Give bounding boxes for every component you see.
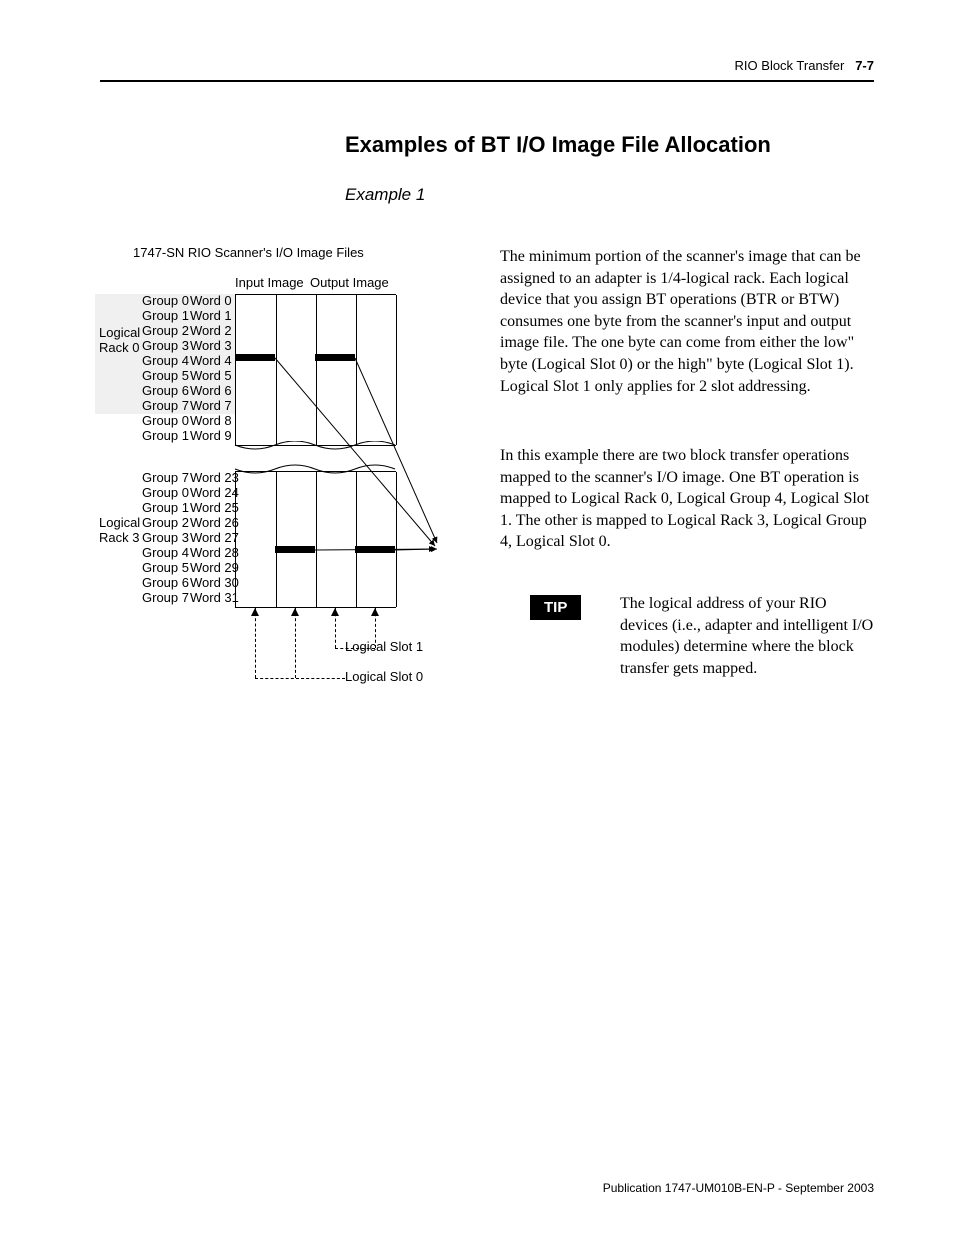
paragraph-1: The minimum portion of the scanner's ima… <box>500 246 874 397</box>
fill-r0-input <box>235 354 275 361</box>
page-number: 7-7 <box>855 58 874 73</box>
fill-r3-output <box>355 546 395 553</box>
table-top <box>235 294 396 446</box>
rack3-rows: Group 7Word 23 Group 0Word 24 Group 1Wor… <box>142 471 238 606</box>
io-image-diagram: 1747-SN RIO Scanner's I/O Image Files In… <box>105 246 465 736</box>
col-header-output: Output Image <box>310 276 389 289</box>
tip-text: The logical address of your RIO devices … <box>620 593 874 679</box>
rack0-rows: Group 0Word 0 Group 1Word 1 Group 2Word … <box>142 294 238 444</box>
header-rule <box>100 80 874 82</box>
fill-r3-input <box>275 546 315 553</box>
page: RIO Block Transfer 7-7 Examples of BT I/… <box>0 0 954 1235</box>
rack0-label: Logical Rack 0 <box>99 326 143 356</box>
rack3-label: Logical Rack 3 <box>99 516 143 546</box>
diagram-title: 1747-SN RIO Scanner's I/O Image Files <box>133 246 364 259</box>
paragraph-2: In this example there are two block tran… <box>500 445 874 553</box>
footer-publication: Publication 1747-UM010B-EN-P - September… <box>603 1181 874 1195</box>
tip-badge: TIP <box>530 595 581 620</box>
chapter-name: RIO Block Transfer <box>735 58 845 73</box>
fill-r0-output <box>315 354 355 361</box>
col-header-input: Input Image <box>235 276 304 289</box>
slot0-label: Logical Slot 0 <box>345 670 423 683</box>
table-bottom <box>235 471 396 608</box>
slot1-label: Logical Slot 1 <box>345 640 423 653</box>
section-title: Examples of BT I/O Image File Allocation <box>345 132 771 158</box>
example-label: Example 1 <box>345 185 425 205</box>
running-header: RIO Block Transfer 7-7 <box>735 58 874 73</box>
